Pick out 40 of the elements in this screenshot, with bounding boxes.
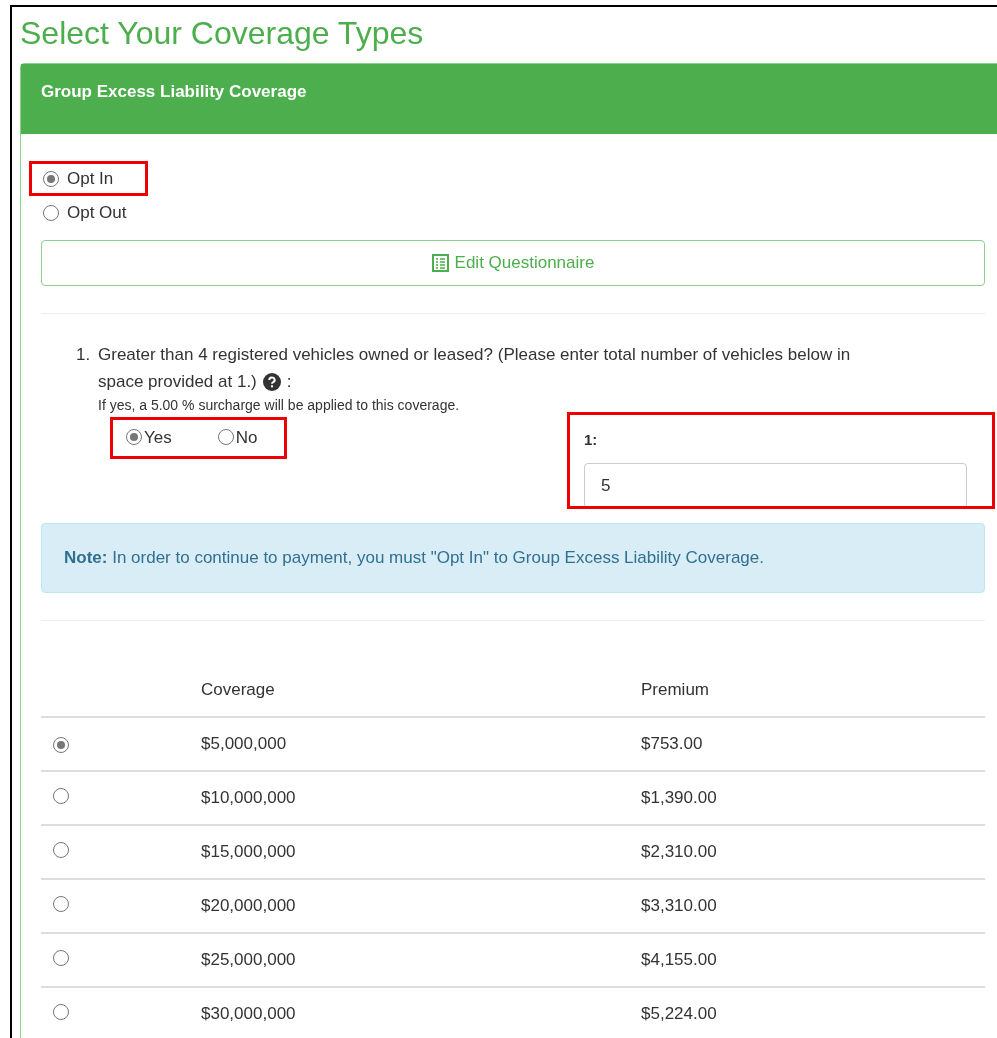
table-cell: $5,224.00: [641, 987, 985, 1038]
radio-button[interactable]: [53, 841, 69, 858]
radio-button[interactable]: [217, 429, 234, 445]
vehicle-count-field[interactable]: 5: [584, 463, 967, 509]
page-title: Select Your Coverage Types: [20, 14, 425, 53]
table-cell: $25,000,000: [201, 933, 641, 987]
table-cell: $2,310.00: [641, 825, 985, 879]
radio-button[interactable]: [43, 205, 59, 221]
table-cell: $5,000,000: [201, 717, 641, 771]
table-cell: $20,000,000: [201, 879, 641, 933]
list-icon: [431, 254, 449, 272]
radio-button[interactable]: [43, 171, 59, 187]
radio-button[interactable]: [53, 787, 69, 804]
radio-button[interactable]: [53, 949, 69, 966]
table-cell: $30,000,000: [201, 987, 641, 1038]
table-cell: $4,155.00: [641, 933, 985, 987]
help-icon[interactable]: [262, 372, 281, 391]
question-text: space provided at 1.): [98, 371, 257, 393]
radio-button[interactable]: [53, 1003, 69, 1020]
radio-button[interactable]: [53, 737, 69, 753]
answer-label[interactable]: No: [235, 423, 258, 451]
column-header: Premium: [641, 654, 985, 717]
radio-button[interactable]: [126, 429, 142, 445]
field-label: 1:: [584, 430, 599, 450]
colon-text: :: [286, 371, 292, 393]
surcharge-hint: If yes, a 5.00 % surcharge will be applied to this coverage.: [98, 397, 461, 413]
answer-label[interactable]: Yes: [144, 423, 172, 451]
table-cell: $10,000,000: [201, 771, 641, 825]
table-cell: $1,390.00: [641, 771, 985, 825]
table-cell: $3,310.00: [641, 879, 985, 933]
table-cell: $15,000,000: [201, 825, 641, 879]
column-header: Coverage: [201, 654, 641, 717]
question-number: 1.: [76, 344, 92, 366]
question-text: Greater than 4 registered vehicles owned or leased? (Please enter total number of vehicles below in: [98, 344, 851, 366]
radio-button[interactable]: [53, 895, 69, 912]
note-alert: Note: In order to continue to payment, you must "Opt In" to Group Excess Liability Coverage.: [41, 523, 985, 593]
table-cell: $753.00: [641, 717, 985, 771]
option-label[interactable]: Opt Out: [67, 203, 127, 223]
option-label[interactable]: Opt In: [67, 169, 114, 189]
panel-header: Group Excess Liability Coverage: [21, 64, 997, 134]
